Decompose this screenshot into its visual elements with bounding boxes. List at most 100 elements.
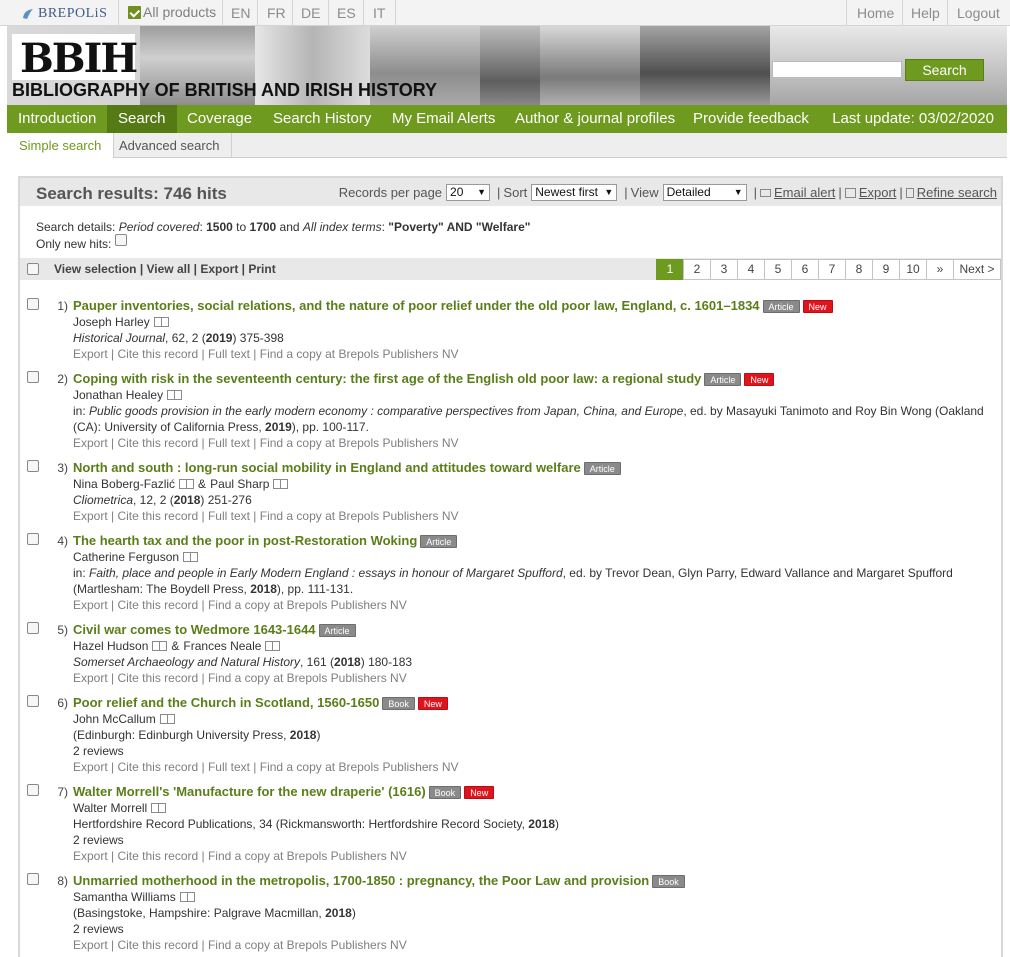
bbih-logo[interactable]: BBIH [12,34,138,80]
author-profile-icon[interactable] [183,552,199,562]
author-profile-icon[interactable] [151,803,167,813]
tab-advanced-search[interactable]: Advanced search [107,133,233,158]
result-actions[interactable]: Export | Cite this record | Find a copy … [73,597,993,613]
author-profile-icon[interactable] [179,892,195,902]
author-profile-icon[interactable] [265,641,281,651]
selection-links[interactable]: View selection | View all | Export | Pri… [54,262,276,276]
reviews-count[interactable]: 2 reviews [73,921,993,937]
result-title[interactable]: Pauper inventories, social relations, an… [73,298,760,314]
nav-search[interactable]: Search [107,105,177,133]
export-link[interactable]: Export [859,185,897,200]
nav-introduction[interactable]: Introduction [7,105,107,133]
page-1[interactable]: 1 [656,259,684,280]
author-profile-icon[interactable] [159,714,175,724]
divider [947,0,948,26]
author-name[interactable]: Joseph Harley [73,314,150,330]
lang-es[interactable]: ES [337,5,356,21]
refine-search-link[interactable]: Refine search [917,185,997,200]
email-alert-link[interactable]: Email alert [774,185,835,200]
quick-search-button[interactable]: Search [905,59,984,81]
result-checkbox[interactable] [27,622,39,634]
page-5[interactable]: 5 [764,259,792,280]
only-new-checkbox[interactable] [115,234,128,246]
author-profile-icon[interactable] [167,390,183,400]
brepolis-logo[interactable]: BREPOLiS [21,5,107,22]
result-checkbox[interactable] [27,298,39,310]
result-checkbox[interactable] [27,533,39,545]
page-next[interactable]: Next > [953,259,1001,280]
page-4[interactable]: 4 [737,259,765,280]
source-line: Historical Journal, 62, 2 (2019) 375-398 [73,330,993,346]
author-profile-icon[interactable] [153,317,169,327]
result-actions[interactable]: Export | Cite this record | Find a copy … [73,937,993,953]
author-name[interactable]: Frances Neale [183,638,261,654]
author-name[interactable]: Jonathan Healey [73,387,163,403]
author-name[interactable]: Walter Morrell [73,800,147,816]
nav-search-history[interactable]: Search History [262,105,382,133]
author-profile-icon[interactable] [273,479,289,489]
lang-it[interactable]: IT [373,5,385,21]
logout-link[interactable]: Logout [957,5,1000,21]
result-actions[interactable]: Export | Cite this record | Find a copy … [73,848,993,864]
source-line: in: Public goods provision in the early … [73,403,993,419]
nav-provide-feedback[interactable]: Provide feedback [682,105,820,133]
result-title[interactable]: Poor relief and the Church in Scotland, … [73,695,379,711]
result-actions[interactable]: Export | Cite this record | Find a copy … [73,670,993,686]
author-name[interactable]: Samantha Williams [73,889,176,905]
tab-simple-search[interactable]: Simple search [7,133,115,158]
result-title[interactable]: Walter Morrell's 'Manufacture for the ne… [73,784,426,800]
result-actions[interactable]: Export | Cite this record | Full text | … [73,508,993,524]
page-next-block[interactable]: » [926,259,954,280]
result-actions[interactable]: Export | Cite this record | Full text | … [73,435,993,451]
only-new-label: Only new hits: [36,237,112,251]
page-7[interactable]: 7 [818,259,846,280]
result-checkbox[interactable] [27,873,39,885]
page-10[interactable]: 10 [899,259,927,280]
author-name[interactable]: Nina Boberg-Fazlić [73,476,175,492]
sort-select[interactable]: Newest first ▼ [531,184,618,201]
select-all-checkbox[interactable] [27,263,39,275]
author-profile-icon[interactable] [152,641,168,651]
page-3[interactable]: 3 [710,259,738,280]
help-link[interactable]: Help [911,5,940,21]
sort-value: Newest first [535,185,598,199]
result-title[interactable]: Coping with risk in the seventeenth cent… [73,371,701,387]
records-per-page-select[interactable]: 20 ▼ [446,184,491,201]
page-9[interactable]: 9 [872,259,900,280]
quick-search-input[interactable] [772,61,902,78]
result-title[interactable]: Civil war comes to Wedmore 1643-1644 [73,622,316,638]
result-checkbox[interactable] [27,695,39,707]
author-name[interactable]: Catherine Ferguson [73,549,179,565]
nav-author-journal-profiles[interactable]: Author & journal profiles [504,105,686,133]
result-title[interactable]: Unmarried motherhood in the metropolis, … [73,873,649,889]
source-volume: , 12, 2 ( [133,493,174,507]
all-products-menu[interactable]: All products [128,4,216,20]
lang-en[interactable]: EN [231,5,250,21]
author-name[interactable]: Hazel Hudson [73,638,148,654]
result-checkbox[interactable] [27,784,39,796]
result-title[interactable]: North and south : long-run social mobili… [73,460,581,476]
author-profile-icon[interactable] [179,479,195,489]
result-title[interactable]: The hearth tax and the poor in post-Rest… [73,533,417,549]
nav-coverage[interactable]: Coverage [176,105,263,133]
view-select[interactable]: Detailed ▼ [662,184,747,201]
search-details: Search details: Period covered: 1500 to … [36,220,531,234]
home-link[interactable]: Home [857,5,894,21]
lang-fr[interactable]: FR [267,5,286,21]
nav-my-email-alerts[interactable]: My Email Alerts [381,105,506,133]
page-2[interactable]: 2 [683,259,711,280]
author-name[interactable]: Paul Sharp [210,476,269,492]
results-count: Search results: 746 hits [36,184,227,203]
journal-name: Historical Journal [73,331,166,345]
result-actions[interactable]: Export | Cite this record | Full text | … [73,346,993,362]
author-name[interactable]: John McCallum [73,711,156,727]
reviews-count[interactable]: 2 reviews [73,743,993,759]
new-badge: New [417,696,448,710]
result-checkbox[interactable] [27,460,39,472]
lang-de[interactable]: DE [301,5,320,21]
page-8[interactable]: 8 [845,259,873,280]
result-checkbox[interactable] [27,371,39,383]
result-actions[interactable]: Export | Cite this record | Full text | … [73,759,993,775]
page-6[interactable]: 6 [791,259,819,280]
reviews-count[interactable]: 2 reviews [73,832,993,848]
